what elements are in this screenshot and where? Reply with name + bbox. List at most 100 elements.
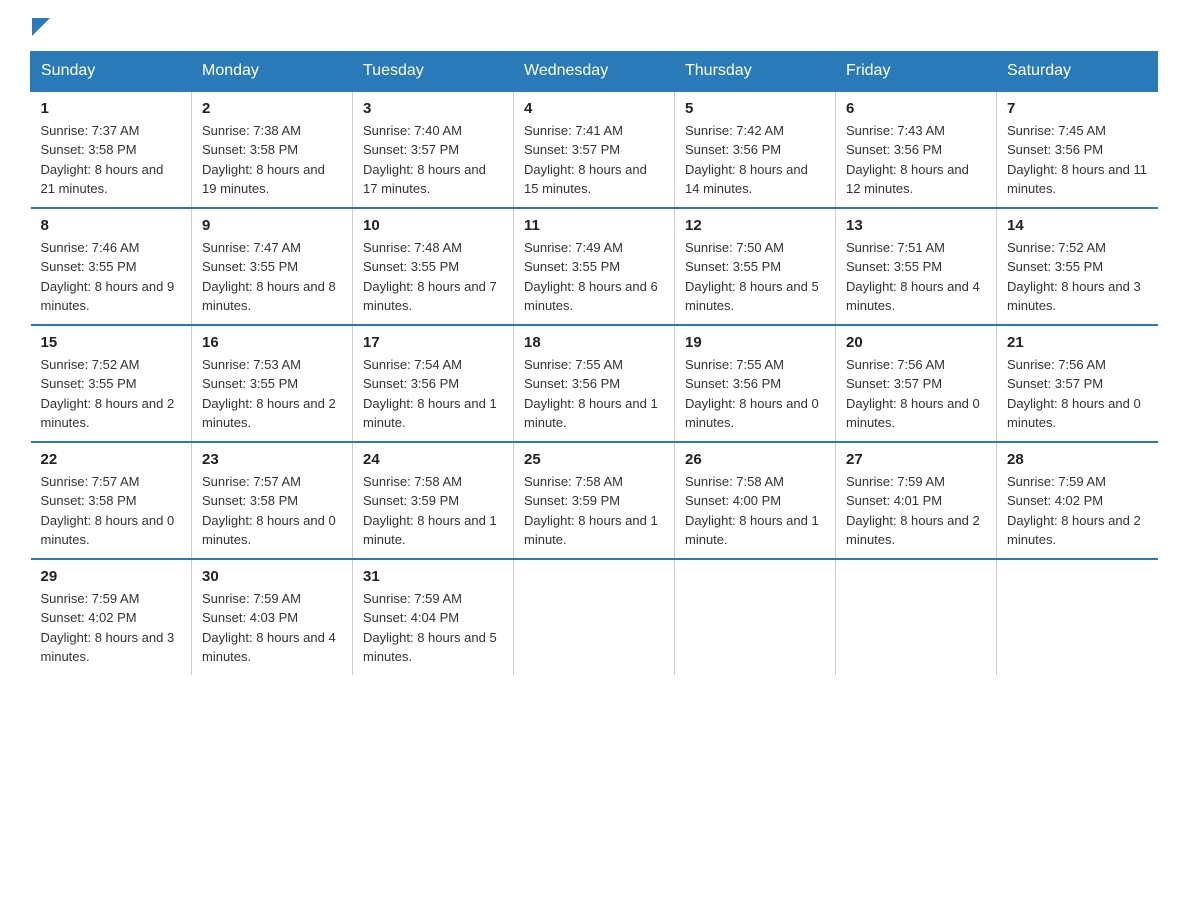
day-number: 8 [41,217,182,234]
calendar-day-cell: 12Sunrise: 7:50 AMSunset: 3:55 PMDayligh… [675,208,836,325]
day-info: Sunrise: 7:40 AMSunset: 3:57 PMDaylight:… [363,123,486,197]
day-info: Sunrise: 7:57 AMSunset: 3:58 PMDaylight:… [41,474,175,548]
day-info: Sunrise: 7:58 AMSunset: 3:59 PMDaylight:… [524,474,658,548]
day-info: Sunrise: 7:55 AMSunset: 3:56 PMDaylight:… [524,357,658,431]
page-header [30,20,1158,41]
day-number: 11 [524,217,664,234]
calendar-day-cell: 19 Sunrise: 7:55 AMSunset: 3:56 PMDayligh… [675,325,836,442]
day-info: Sunrise: 7:56 AMSunset: 3:57 PMDaylight:… [1007,357,1141,431]
calendar-day-cell: 16 Sunrise: 7:53 AMSunset: 3:55 PMDayligh… [192,325,353,442]
day-info: Sunrise: 7:46 AMSunset: 3:55 PMDaylight:… [41,240,175,314]
calendar-day-cell: 10 Sunrise: 7:48 AMSunset: 3:55 PMDayligh… [353,208,514,325]
logo-triangle-icon [32,18,50,36]
day-info: Sunrise: 7:57 AMSunset: 3:58 PMDaylight:… [202,474,336,548]
day-number: 3 [363,100,503,117]
day-number: 10 [363,217,503,234]
day-info: Sunrise: 7:45 AMSunset: 3:56 PMDaylight:… [1007,123,1147,197]
calendar-day-cell: 27Sunrise: 7:59 AMSunset: 4:01 PMDayligh… [836,442,997,559]
day-info: Sunrise: 7:56 AMSunset: 3:57 PMDaylight:… [846,357,980,431]
day-number: 30 [202,568,342,585]
calendar-day-cell: 4 Sunrise: 7:41 AMSunset: 3:57 PMDaylight… [514,91,675,208]
day-number: 1 [41,100,182,117]
day-number: 15 [41,334,182,351]
day-number: 26 [685,451,825,468]
calendar-day-cell: 11 Sunrise: 7:49 AMSunset: 3:55 PMDayligh… [514,208,675,325]
calendar-day-cell: 22 Sunrise: 7:57 AMSunset: 3:58 PMDayligh… [31,442,192,559]
calendar-week-row: 22 Sunrise: 7:57 AMSunset: 3:58 PMDayligh… [31,442,1158,559]
calendar-week-row: 15 Sunrise: 7:52 AMSunset: 3:55 PMDayligh… [31,325,1158,442]
calendar-day-cell: 14 Sunrise: 7:52 AMSunset: 3:55 PMDayligh… [997,208,1158,325]
day-number: 13 [846,217,986,234]
calendar-day-cell: 9Sunrise: 7:47 AMSunset: 3:55 PMDaylight… [192,208,353,325]
calendar-week-row: 29 Sunrise: 7:59 AMSunset: 4:02 PMDayligh… [31,559,1158,675]
weekday-header-cell: Saturday [997,51,1158,91]
logo [30,20,50,41]
day-info: Sunrise: 7:41 AMSunset: 3:57 PMDaylight:… [524,123,647,197]
day-info: Sunrise: 7:52 AMSunset: 3:55 PMDaylight:… [41,357,175,431]
day-number: 17 [363,334,503,351]
day-info: Sunrise: 7:38 AMSunset: 3:58 PMDaylight:… [202,123,325,197]
day-number: 28 [1007,451,1148,468]
weekday-header-row: SundayMondayTuesdayWednesdayThursdayFrid… [31,51,1158,91]
calendar-day-cell: 8 Sunrise: 7:46 AMSunset: 3:55 PMDaylight… [31,208,192,325]
day-number: 5 [685,100,825,117]
calendar-day-cell: 1 Sunrise: 7:37 AMSunset: 3:58 PMDaylight… [31,91,192,208]
calendar-day-cell [836,559,997,675]
day-number: 16 [202,334,342,351]
calendar-table: SundayMondayTuesdayWednesdayThursdayFrid… [30,51,1158,675]
day-info: Sunrise: 7:52 AMSunset: 3:55 PMDaylight:… [1007,240,1141,314]
day-number: 22 [41,451,182,468]
weekday-header-cell: Thursday [675,51,836,91]
calendar-day-cell: 20 Sunrise: 7:56 AMSunset: 3:57 PMDayligh… [836,325,997,442]
day-number: 20 [846,334,986,351]
calendar-week-row: 8 Sunrise: 7:46 AMSunset: 3:55 PMDaylight… [31,208,1158,325]
day-number: 6 [846,100,986,117]
weekday-header-cell: Wednesday [514,51,675,91]
calendar-body: 1 Sunrise: 7:37 AMSunset: 3:58 PMDaylight… [31,91,1158,675]
day-info: Sunrise: 7:58 AMSunset: 4:00 PMDaylight:… [685,474,819,548]
calendar-day-cell: 21Sunrise: 7:56 AMSunset: 3:57 PMDayligh… [997,325,1158,442]
calendar-week-row: 1 Sunrise: 7:37 AMSunset: 3:58 PMDaylight… [31,91,1158,208]
calendar-day-cell [997,559,1158,675]
calendar-day-cell: 5 Sunrise: 7:42 AMSunset: 3:56 PMDaylight… [675,91,836,208]
day-info: Sunrise: 7:59 AMSunset: 4:02 PMDaylight:… [41,591,175,665]
calendar-day-cell: 30Sunrise: 7:59 AMSunset: 4:03 PMDayligh… [192,559,353,675]
day-info: Sunrise: 7:55 AMSunset: 3:56 PMDaylight:… [685,357,819,431]
calendar-day-cell [514,559,675,675]
calendar-day-cell: 24Sunrise: 7:58 AMSunset: 3:59 PMDayligh… [353,442,514,559]
calendar-day-cell: 18Sunrise: 7:55 AMSunset: 3:56 PMDayligh… [514,325,675,442]
day-info: Sunrise: 7:47 AMSunset: 3:55 PMDaylight:… [202,240,336,314]
day-number: 19 [685,334,825,351]
day-number: 4 [524,100,664,117]
calendar-day-cell: 28 Sunrise: 7:59 AMSunset: 4:02 PMDayligh… [997,442,1158,559]
day-info: Sunrise: 7:59 AMSunset: 4:04 PMDaylight:… [363,591,497,665]
day-info: Sunrise: 7:37 AMSunset: 3:58 PMDaylight:… [41,123,164,197]
calendar-day-cell [675,559,836,675]
day-number: 7 [1007,100,1148,117]
day-info: Sunrise: 7:49 AMSunset: 3:55 PMDaylight:… [524,240,658,314]
day-info: Sunrise: 7:43 AMSunset: 3:56 PMDaylight:… [846,123,969,197]
day-info: Sunrise: 7:48 AMSunset: 3:55 PMDaylight:… [363,240,497,314]
day-info: Sunrise: 7:53 AMSunset: 3:55 PMDaylight:… [202,357,336,431]
calendar-day-cell: 2Sunrise: 7:38 AMSunset: 3:58 PMDaylight… [192,91,353,208]
day-info: Sunrise: 7:59 AMSunset: 4:01 PMDaylight:… [846,474,980,548]
day-info: Sunrise: 7:54 AMSunset: 3:56 PMDaylight:… [363,357,497,431]
day-number: 23 [202,451,342,468]
calendar-day-cell: 15 Sunrise: 7:52 AMSunset: 3:55 PMDayligh… [31,325,192,442]
day-number: 24 [363,451,503,468]
day-number: 29 [41,568,182,585]
day-info: Sunrise: 7:59 AMSunset: 4:02 PMDaylight:… [1007,474,1141,548]
day-number: 14 [1007,217,1148,234]
weekday-header-cell: Sunday [31,51,192,91]
day-info: Sunrise: 7:50 AMSunset: 3:55 PMDaylight:… [685,240,819,314]
weekday-header-cell: Tuesday [353,51,514,91]
calendar-day-cell: 26 Sunrise: 7:58 AMSunset: 4:00 PMDayligh… [675,442,836,559]
calendar-day-cell: 3 Sunrise: 7:40 AMSunset: 3:57 PMDaylight… [353,91,514,208]
calendar-day-cell: 13Sunrise: 7:51 AMSunset: 3:55 PMDayligh… [836,208,997,325]
calendar-day-cell: 29 Sunrise: 7:59 AMSunset: 4:02 PMDayligh… [31,559,192,675]
day-info: Sunrise: 7:42 AMSunset: 3:56 PMDaylight:… [685,123,808,197]
weekday-header-cell: Monday [192,51,353,91]
day-number: 31 [363,568,503,585]
calendar-day-cell: 6 Sunrise: 7:43 AMSunset: 3:56 PMDaylight… [836,91,997,208]
calendar-day-cell: 31 Sunrise: 7:59 AMSunset: 4:04 PMDayligh… [353,559,514,675]
